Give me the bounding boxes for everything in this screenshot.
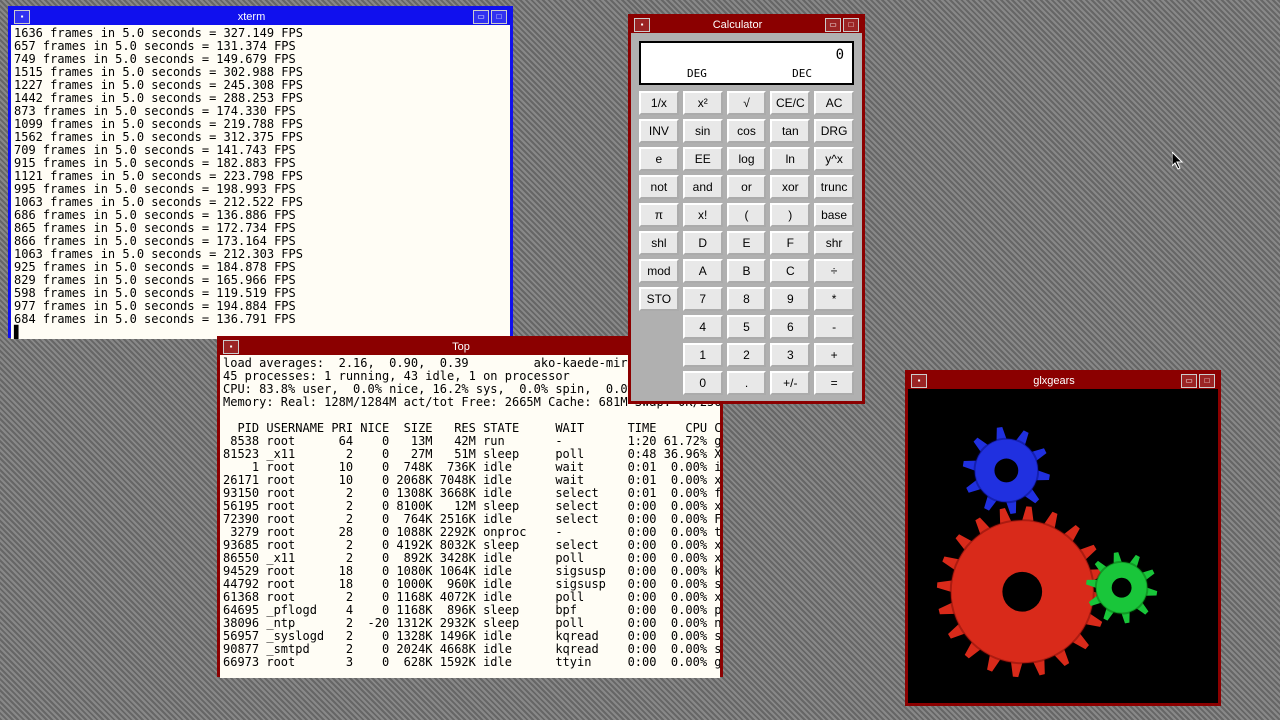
calculator-window[interactable]: ▪ Calculator ▭ □ 0 DEG DEC 1/xx²√CE/CACI… (628, 14, 865, 404)
window-menu-icon[interactable]: ▪ (14, 10, 30, 24)
calc-key-b[interactable]: B (727, 259, 767, 283)
calc-titlebar[interactable]: ▪ Calculator ▭ □ (631, 17, 862, 33)
glxgears-window[interactable]: ▪ glxgears ▭ □ (905, 370, 1221, 706)
calc-key-c[interactable]: C (770, 259, 810, 283)
calc-key-x[interactable]: x! (683, 203, 723, 227)
minimize-icon[interactable]: ▭ (473, 10, 489, 24)
calc-key-1[interactable]: 1 (683, 343, 723, 367)
calc-key-shr[interactable]: shr (814, 231, 854, 255)
calc-key-2[interactable]: 2 (727, 343, 767, 367)
calc-key-drg[interactable]: DRG (814, 119, 854, 143)
calc-key-[interactable]: ) (770, 203, 810, 227)
calc-key-e[interactable]: E (727, 231, 767, 255)
calc-key-and[interactable]: and (683, 175, 723, 199)
window-menu-icon[interactable]: ▪ (223, 340, 239, 354)
calc-key-1x[interactable]: 1/x (639, 91, 679, 115)
calc-key-base[interactable]: base (814, 203, 854, 227)
xterm-title: xterm (31, 11, 472, 23)
maximize-icon[interactable]: □ (1199, 374, 1215, 388)
calc-key-[interactable]: + (814, 343, 854, 367)
top-title: Top (240, 341, 682, 353)
calc-key-a[interactable]: A (683, 259, 723, 283)
window-menu-icon[interactable]: ▪ (634, 18, 650, 32)
calc-key-cec[interactable]: CE/C (770, 91, 810, 115)
calc-key-sin[interactable]: sin (683, 119, 723, 143)
calc-key-[interactable]: √ (727, 91, 767, 115)
calc-key-log[interactable]: log (727, 147, 767, 171)
calc-key-6[interactable]: 6 (770, 315, 810, 339)
calc-key-not[interactable]: not (639, 175, 679, 199)
calc-key-7[interactable]: 7 (683, 287, 723, 311)
calc-key-ln[interactable]: ln (770, 147, 810, 171)
minimize-icon[interactable]: ▭ (1181, 374, 1197, 388)
calc-title: Calculator (651, 19, 824, 31)
calc-key-f[interactable]: F (770, 231, 810, 255)
calc-key-5[interactable]: 5 (727, 315, 767, 339)
calc-key-shl[interactable]: shl (639, 231, 679, 255)
calc-key-8[interactable]: 8 (727, 287, 767, 311)
calc-key-ee[interactable]: EE (683, 147, 723, 171)
calc-key-0[interactable]: 0 (683, 371, 723, 395)
calc-key-[interactable]: π (639, 203, 679, 227)
calc-key-cos[interactable]: cos (727, 119, 767, 143)
calc-key-[interactable]: - (814, 315, 854, 339)
calc-key-or[interactable]: or (727, 175, 767, 199)
glxgears-canvas (908, 389, 1218, 703)
calc-key-[interactable]: * (814, 287, 854, 311)
calc-mode-dec: DEC (792, 67, 812, 80)
calc-keypad: 1/xx²√CE/CACINVsincostanDRGeEEloglny^xno… (635, 91, 858, 395)
calc-value: 0 (836, 47, 844, 63)
calc-key-x[interactable]: x² (683, 91, 723, 115)
window-menu-icon[interactable]: ▪ (911, 374, 927, 388)
calc-key-e[interactable]: e (639, 147, 679, 171)
xterm-output[interactable]: 1636 frames in 5.0 seconds = 327.149 FPS… (11, 25, 510, 339)
calc-key-3[interactable]: 3 (770, 343, 810, 367)
calc-key-4[interactable]: 4 (683, 315, 723, 339)
calc-key-[interactable]: . (727, 371, 767, 395)
calc-mode-deg: DEG (687, 67, 707, 80)
mouse-cursor-icon (1172, 152, 1186, 172)
calc-key-9[interactable]: 9 (770, 287, 810, 311)
calc-key-xor[interactable]: xor (770, 175, 810, 199)
maximize-icon[interactable]: □ (491, 10, 507, 24)
calc-key-trunc[interactable]: trunc (814, 175, 854, 199)
calc-key-[interactable]: ( (727, 203, 767, 227)
maximize-icon[interactable]: □ (843, 18, 859, 32)
xterm-titlebar[interactable]: ▪ xterm ▭ □ (11, 9, 510, 25)
calc-key-yx[interactable]: y^x (814, 147, 854, 171)
calc-key-sto[interactable]: STO (639, 287, 679, 311)
calc-key-inv[interactable]: INV (639, 119, 679, 143)
calc-key-d[interactable]: D (683, 231, 723, 255)
minimize-icon[interactable]: ▭ (825, 18, 841, 32)
calc-key-tan[interactable]: tan (770, 119, 810, 143)
calc-key-[interactable]: ÷ (814, 259, 854, 283)
calc-key-mod[interactable]: mod (639, 259, 679, 283)
calc-display: 0 DEG DEC (639, 41, 854, 85)
xterm-window[interactable]: ▪ xterm ▭ □ 1636 frames in 5.0 seconds =… (8, 6, 513, 338)
gears-title: glxgears (928, 375, 1180, 387)
calc-key-[interactable]: = (814, 371, 854, 395)
calc-key-ac[interactable]: AC (814, 91, 854, 115)
calc-key-[interactable]: +/- (770, 371, 810, 395)
gears-titlebar[interactable]: ▪ glxgears ▭ □ (908, 373, 1218, 389)
